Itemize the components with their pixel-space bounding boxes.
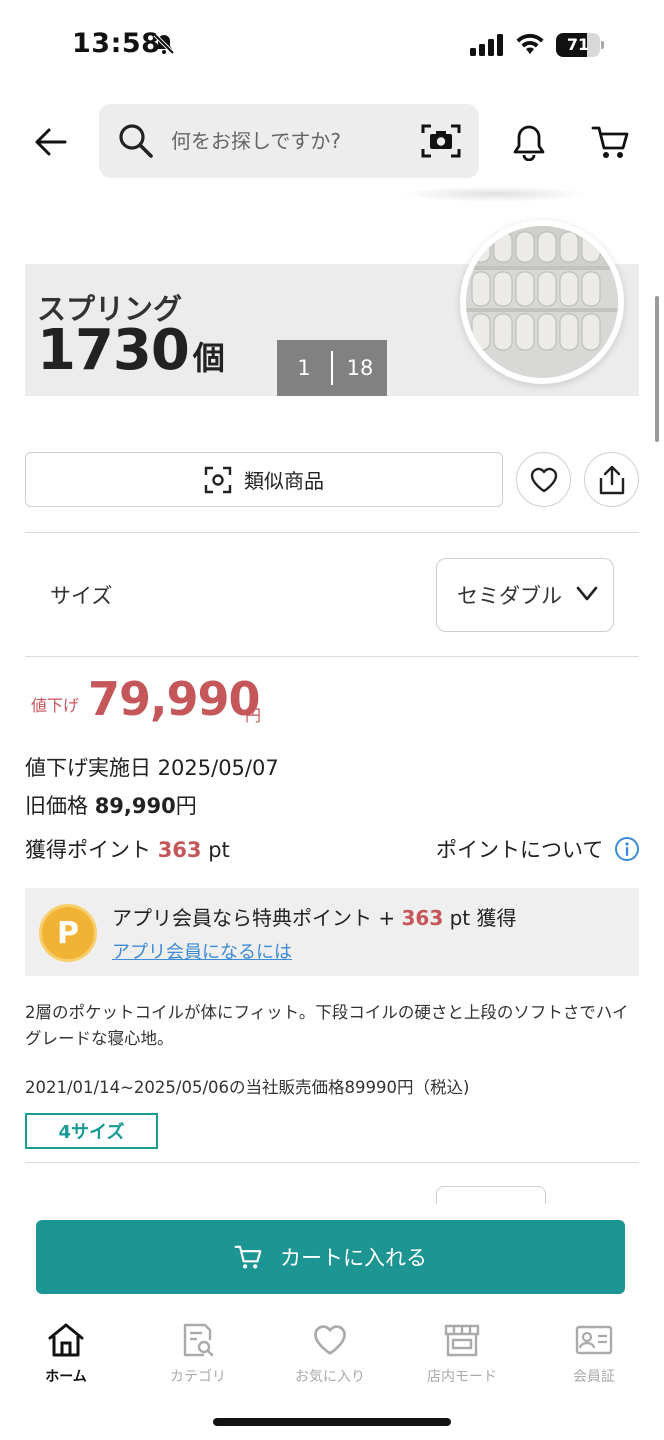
cart-icon [234, 1245, 262, 1269]
points-coin-icon: P [39, 904, 97, 962]
price-history-note: 2021/01/14~2025/05/06の当社販売価格89990円（税込) [25, 1078, 470, 1097]
share-icon [599, 465, 624, 494]
cart-button[interactable] [586, 118, 634, 166]
cellular-signal-icon [470, 34, 506, 60]
notifications-button[interactable] [506, 118, 552, 166]
similar-items-button[interactable]: 類似商品 [25, 452, 503, 507]
battery-icon: 71 [556, 33, 604, 57]
bell-off-icon [152, 32, 176, 60]
scrollbar[interactable] [655, 296, 659, 442]
product-description: 2層のポケットコイルが体にフィット。下段コイルの硬さと上段のソフトさでハイグレー… [25, 1003, 629, 1048]
spring-closeup-image [460, 220, 624, 384]
price-reduced-badge: 値下げ [31, 696, 80, 715]
bottom-tab-bar: ホーム カテゴリ お気に入り 店内モード 会員証 [0, 1312, 664, 1392]
app-member-points-banner: P アプリ会員なら特典ポイント + 363 pt 獲得 アプリ会員になるには [25, 888, 639, 976]
header-shadow [400, 186, 590, 202]
tab-label: ホーム [45, 1369, 87, 1385]
store-icon [442, 1320, 482, 1360]
back-button[interactable] [28, 118, 72, 166]
divider [25, 656, 639, 657]
size-selected-value: セミダブル [457, 584, 562, 608]
tab-label: お気に入り [295, 1369, 365, 1385]
tab-store-mode[interactable]: 店内モード [396, 1312, 528, 1392]
size-select[interactable]: セミダブル [436, 558, 614, 632]
search-input[interactable] [171, 120, 401, 162]
wifi-icon [515, 33, 545, 59]
old-price: 旧価格 89,990円 [25, 794, 197, 818]
size-label: サイズ [50, 584, 113, 608]
battery-level: 71 [566, 35, 590, 54]
similar-items-label: 類似商品 [244, 469, 324, 493]
tab-favorites[interactable]: お気に入り [264, 1312, 396, 1392]
price-unit: 円 [245, 706, 262, 725]
image-counter-total: 18 [346, 356, 374, 380]
status-time: 13:58 [72, 28, 161, 59]
favorite-button[interactable] [516, 452, 571, 507]
heart-icon [530, 467, 557, 492]
price-value: 79,990 [88, 672, 261, 726]
tab-home[interactable]: ホーム [0, 1312, 132, 1392]
arrow-left-icon [35, 128, 67, 156]
image-counter-current: 1 [297, 356, 311, 380]
sizes-available-tag[interactable]: 4サイズ [25, 1113, 158, 1149]
share-button[interactable] [584, 452, 639, 507]
divider [25, 532, 639, 533]
become-member-link[interactable]: アプリ会員になるには [112, 938, 292, 964]
search-icon [117, 122, 155, 164]
tab-member-card[interactable]: 会員証 [528, 1312, 660, 1392]
divider [25, 1162, 639, 1163]
status-bar: 13:58 71 [0, 0, 664, 92]
add-to-cart-button[interactable]: カートに入れる [36, 1220, 625, 1294]
search-bar[interactable] [99, 104, 479, 178]
earned-points: 獲得ポイント 363 pt [25, 838, 230, 862]
member-points-text: アプリ会員なら特典ポイント + 363 pt 獲得 [112, 906, 517, 930]
info-icon[interactable] [614, 836, 640, 866]
camera-scan-icon [421, 124, 461, 158]
tab-label: カテゴリ [170, 1369, 226, 1385]
image-counter: 1 18 [277, 340, 387, 396]
chevron-down-icon [576, 586, 598, 601]
tab-label: 会員証 [573, 1369, 615, 1385]
scan-icon [204, 466, 232, 493]
heart-icon [310, 1320, 350, 1360]
price-reduced-date: 値下げ実施日 2025/05/07 [25, 756, 279, 780]
hero-count: 1730 個 [37, 318, 225, 383]
tab-category[interactable]: カテゴリ [132, 1312, 264, 1392]
points-info-link[interactable]: ポイントについて [436, 834, 603, 864]
home-indicator[interactable] [213, 1418, 451, 1426]
member-card-icon [574, 1320, 614, 1360]
add-to-cart-label: カートに入れる [280, 1246, 427, 1270]
cart-icon [591, 126, 629, 158]
home-icon [46, 1320, 86, 1360]
image-search-button[interactable] [419, 120, 463, 162]
category-search-icon [178, 1320, 218, 1360]
bell-icon [513, 125, 545, 161]
tab-label: 店内モード [427, 1369, 497, 1385]
